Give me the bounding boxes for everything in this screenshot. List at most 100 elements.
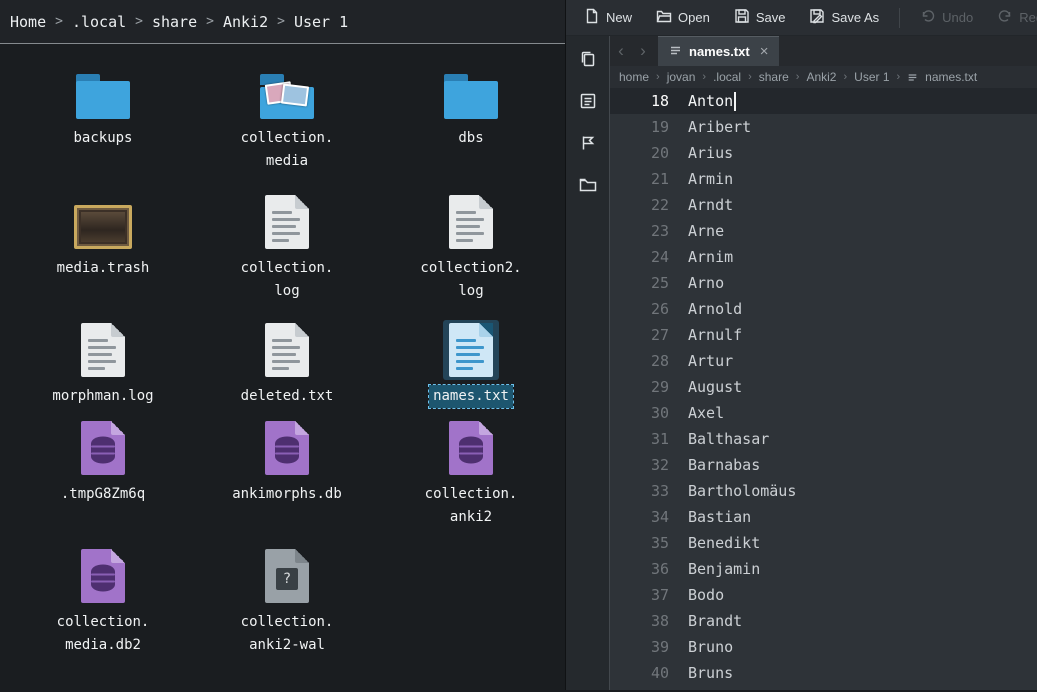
line-number: 37 — [650, 586, 669, 604]
editor-line[interactable]: 40 Bruns — [610, 660, 1037, 686]
editor-toolbar: New Open Save Save As Undo Redo — [566, 0, 1037, 36]
editor-line[interactable]: 36 Benjamin — [610, 556, 1037, 582]
file-label: .tmpG8Zm6q — [60, 486, 146, 502]
editor-line[interactable]: 23 Arne — [610, 218, 1037, 244]
file-item[interactable]: collection2. log — [379, 188, 563, 316]
editor-line[interactable]: 32 Barnabas — [610, 452, 1037, 478]
editor-line[interactable]: 25 Arno — [610, 270, 1037, 296]
line-text: Bastian — [688, 508, 752, 526]
breadcrumb-item[interactable]: Anki2 — [223, 13, 268, 31]
editor-line[interactable]: 28 Artur — [610, 348, 1037, 374]
editor-line[interactable]: 31 Balthasar — [610, 426, 1037, 452]
save-button[interactable]: Save — [724, 3, 796, 32]
documents-icon[interactable] — [575, 46, 601, 72]
breadcrumb-item[interactable]: .local — [713, 70, 741, 84]
line-text: Arius — [688, 144, 734, 162]
file-item[interactable]: morphman.log — [11, 316, 195, 414]
line-text: Bruns — [688, 664, 734, 682]
file-label: collection. media.db2 — [56, 614, 150, 653]
open-folder-icon — [656, 8, 672, 27]
editor-line[interactable]: 22 Arndt — [610, 192, 1037, 218]
document-icon — [907, 72, 918, 83]
file-label: media.trash — [56, 260, 150, 276]
breadcrumb-item[interactable]: Anki2 — [806, 70, 836, 84]
breadcrumb-item[interactable]: share — [759, 70, 789, 84]
file-item[interactable]: backups — [11, 58, 195, 188]
editor-line[interactable]: 21 Armin — [610, 166, 1037, 192]
tab-back-button[interactable]: ‹ — [610, 36, 632, 66]
editor-line[interactable]: 35 Benedikt — [610, 530, 1037, 556]
editor-line[interactable]: 38 Brandt — [610, 608, 1037, 634]
editor-line[interactable]: 26 Arnold — [610, 296, 1037, 322]
editor-line[interactable]: 34 Bastian — [610, 504, 1037, 530]
line-number: 20 — [650, 144, 669, 162]
line-number: 32 — [650, 456, 669, 474]
file-item[interactable]: ? collection. anki2-wal — [195, 542, 379, 692]
line-text: Axel — [688, 404, 725, 422]
breadcrumb-item[interactable]: User 1 — [294, 13, 348, 31]
file-item[interactable]: deleted.txt — [195, 316, 379, 414]
line-number: 34 — [650, 508, 669, 526]
line-text: Armin — [688, 170, 734, 188]
tab-forward-button[interactable]: › — [632, 36, 654, 66]
breadcrumb-item[interactable]: User 1 — [854, 70, 889, 84]
editor-line[interactable]: 20 Arius — [610, 140, 1037, 166]
chevron-separator-icon: > — [55, 14, 63, 29]
line-text: Arne — [688, 222, 725, 240]
file-item[interactable]: collection. media.db2 — [11, 542, 195, 692]
editor-line[interactable]: 19 Aribert — [610, 114, 1037, 140]
breadcrumb-item[interactable]: jovan — [667, 70, 696, 84]
file-label: dbs — [458, 130, 484, 146]
file-label: collection2. log — [420, 260, 522, 299]
file-item[interactable]: collection. media — [195, 58, 379, 188]
tab-title: names.txt — [689, 44, 750, 59]
filesystem-icon[interactable] — [575, 172, 601, 198]
file-label: ankimorphs.db — [232, 486, 342, 502]
line-number: 28 — [650, 352, 669, 370]
file-item[interactable]: .tmpG8Zm6q — [11, 414, 195, 542]
breadcrumb-item[interactable]: home — [619, 70, 649, 84]
editor-line[interactable]: 24 Arnim — [610, 244, 1037, 270]
editor-breadcrumb: home › jovan › .local › share › Anki2 › User 1 › nam… — [610, 66, 1037, 88]
breadcrumb-item[interactable]: .local — [72, 13, 126, 31]
symbols-icon[interactable] — [575, 130, 601, 156]
open-button-label: Open — [678, 10, 710, 25]
editor-line[interactable]: 30 Axel — [610, 400, 1037, 426]
editor-line[interactable]: 29 August — [610, 374, 1037, 400]
line-number: 29 — [650, 378, 669, 396]
breadcrumb-item[interactable]: names.txt — [925, 70, 977, 84]
editor-line[interactable]: 18 Anton — [610, 88, 1037, 114]
editor-line[interactable]: 33 Bartholomäus — [610, 478, 1037, 504]
breadcrumb-item[interactable]: Home — [10, 13, 46, 31]
file-icon-view[interactable]: backups collection. media dbs media.trash co… — [0, 46, 565, 690]
chevron-separator-icon: > — [206, 14, 214, 29]
file-item[interactable]: collection. anki2 — [379, 414, 563, 542]
editor-sidebar — [566, 36, 610, 690]
line-number: 26 — [650, 300, 669, 318]
breadcrumb-item[interactable]: share — [152, 13, 197, 31]
tab-close-icon[interactable]: × — [760, 43, 769, 60]
redo-button[interactable]: Redo — [987, 3, 1037, 32]
line-text: Balthasar — [688, 430, 770, 448]
file-item[interactable]: names.txt — [379, 316, 563, 414]
line-number: 40 — [650, 664, 669, 682]
list-view-icon[interactable] — [575, 88, 601, 114]
file-item[interactable]: collection. log — [195, 188, 379, 316]
file-item[interactable]: dbs — [379, 58, 563, 188]
save-as-button[interactable]: Save As — [799, 3, 889, 32]
new-button[interactable]: New — [574, 3, 642, 32]
file-label: morphman.log — [52, 388, 154, 404]
file-label: deleted.txt — [240, 388, 334, 404]
chevron-separator-icon: > — [277, 14, 285, 29]
undo-button[interactable]: Undo — [910, 3, 983, 32]
editor-line[interactable]: 39 Bruno — [610, 634, 1037, 660]
file-label: collection. anki2 — [424, 486, 518, 525]
editor-text-area[interactable]: 18 Anton 19 Aribert 20 Arius 21 Armin 22 Arndt 23 A… — [610, 88, 1037, 690]
file-item[interactable]: ankimorphs.db — [195, 414, 379, 542]
editor-line[interactable]: 27 Arnulf — [610, 322, 1037, 348]
file-item[interactable]: media.trash — [11, 188, 195, 316]
tab-names-txt[interactable]: names.txt × — [658, 36, 780, 66]
open-button[interactable]: Open — [646, 3, 720, 32]
editor-line[interactable]: 37 Bodo — [610, 582, 1037, 608]
file-label: collection. anki2-wal — [240, 614, 334, 653]
